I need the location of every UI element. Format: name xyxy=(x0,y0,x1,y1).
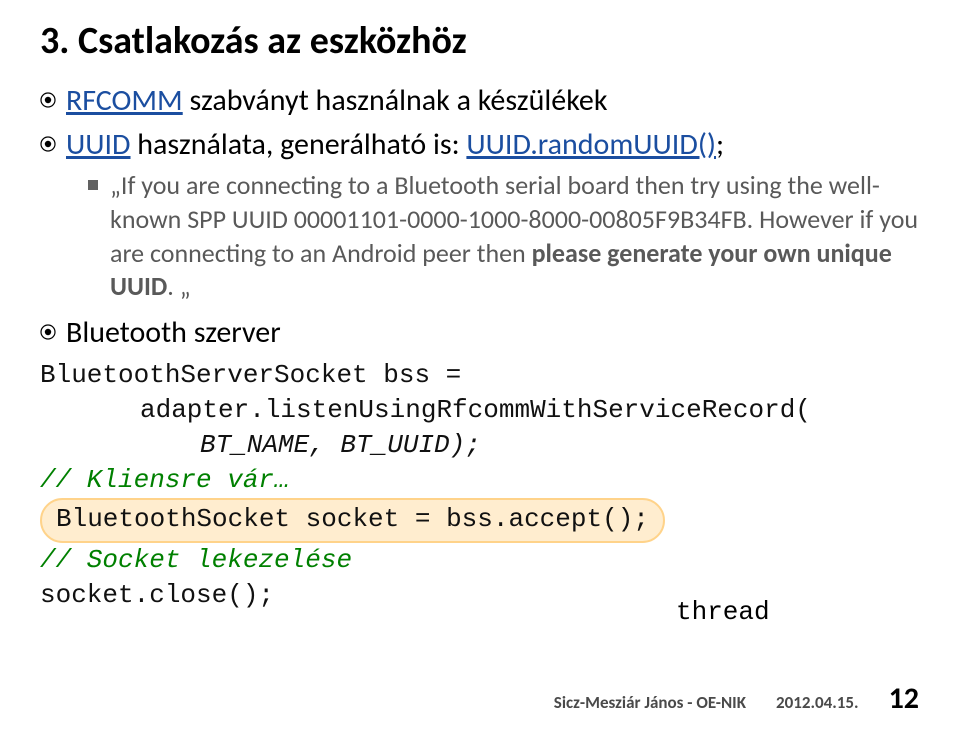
quote-close: „ xyxy=(180,270,191,302)
rfcomm-link[interactable]: RFCOMM xyxy=(66,82,183,119)
sub-t2: . xyxy=(167,270,179,302)
highlight-accept: BluetoothSocket socket = bss.accept(); xyxy=(40,498,665,543)
bullet-2-mid: használata, generálható is: xyxy=(131,126,467,163)
bullet-row-3: Bluetooth szerver xyxy=(40,314,919,352)
sub-bullet-list: „If you are connecting to a Bluetooth se… xyxy=(88,169,919,304)
code-line-7: socket.close(); xyxy=(40,578,919,613)
bullet-row-1: RFCOMM szabványt használnak a készülékek xyxy=(40,82,919,120)
bullet-2-text: UUID használata, generálható is: UUID.ra… xyxy=(66,126,724,164)
footer-date: 2012.04.15. xyxy=(776,692,859,713)
code-line-2: adapter.listenUsingRfcommWithServiceReco… xyxy=(140,393,919,428)
sub-bullet-row: „If you are connecting to a Bluetooth se… xyxy=(88,169,919,304)
bullet-2-suffix: ; xyxy=(716,126,724,163)
square-bullet-icon xyxy=(88,180,98,190)
code-line-6: // Socket lekezelése xyxy=(40,543,919,578)
slide-title: 3. Csatlakozás az eszközhöz xyxy=(40,18,919,64)
footer-page-number: 12 xyxy=(889,680,919,717)
slide-footer: Sicz-Mesziár János - OE-NIK 2012.04.15. … xyxy=(0,680,959,717)
bullet-icon xyxy=(40,92,56,108)
code-line-5-wrap: BluetoothSocket socket = bss.accept(); xyxy=(40,498,919,543)
code-line-1: BluetoothServerSocket bss = xyxy=(40,358,919,393)
thread-label: thread xyxy=(676,597,770,627)
code-line-4: // Kliensre vár… xyxy=(40,463,919,498)
code-line-3: BT_NAME, BT_UUID); xyxy=(200,428,919,463)
quote-open: „ xyxy=(110,169,121,201)
bullet-icon xyxy=(40,136,56,152)
bullet-1-text: RFCOMM szabványt használnak a készülékek xyxy=(66,82,607,120)
footer-author: Sicz-Mesziár János - OE-NIK xyxy=(554,692,746,713)
bullet-1-rest: szabványt használnak a készülékek xyxy=(183,82,608,119)
code-block: BluetoothServerSocket bss = adapter.list… xyxy=(40,358,919,614)
uuid-random-link[interactable]: UUID.randomUUID() xyxy=(466,126,716,163)
bullet-3-text: Bluetooth szerver xyxy=(66,314,281,352)
bullet-icon xyxy=(40,324,56,340)
uuid-link[interactable]: UUID xyxy=(66,126,131,163)
sub-bullet-text: „If you are connecting to a Bluetooth se… xyxy=(110,169,919,304)
bullet-row-2: UUID használata, generálható is: UUID.ra… xyxy=(40,126,919,164)
